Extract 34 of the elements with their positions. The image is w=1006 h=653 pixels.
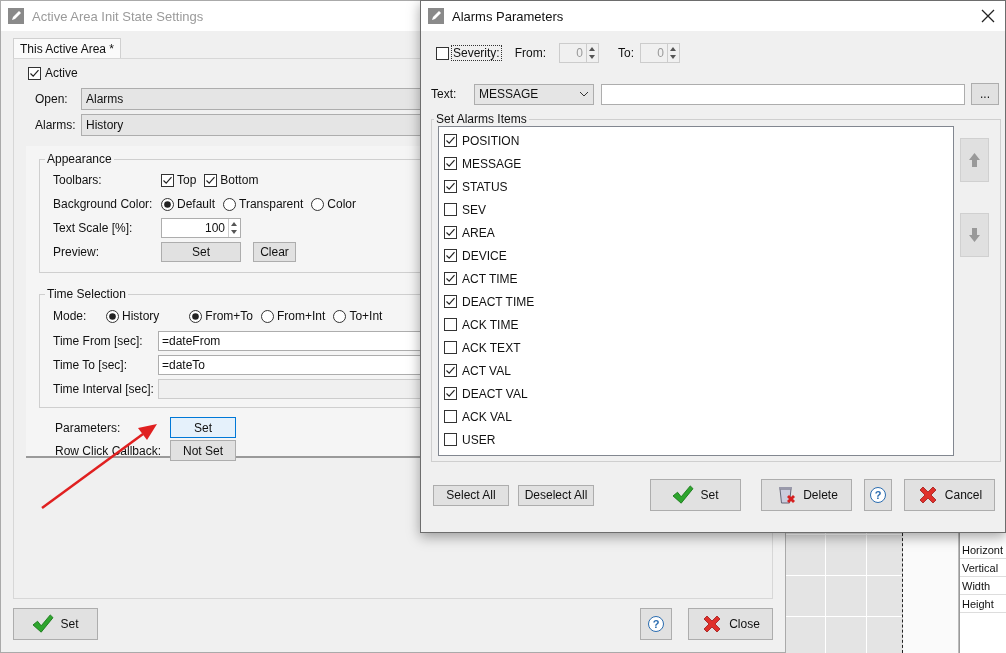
radio-label: History: [122, 309, 160, 323]
radio-label: From+Int: [277, 309, 326, 323]
field-label: Parameters:: [55, 420, 122, 435]
window-title: Alarms Parameters: [452, 8, 564, 24]
field-label: Time Interval [sec]:: [53, 382, 155, 396]
checkbox-label: Top: [177, 173, 197, 187]
field-label: To:: [618, 46, 635, 60]
field-label: Background Color:: [53, 197, 154, 211]
group-title: Set Alarms Items: [435, 112, 528, 126]
group-title: Appearance: [46, 152, 113, 166]
field-label: Text:: [431, 87, 458, 101]
checkbox-label: Active: [45, 66, 78, 80]
property-name: Height: [960, 595, 1006, 613]
radio-label: To+Int: [349, 309, 383, 323]
checkbox-label: Bottom: [220, 173, 259, 187]
radio-label: Default: [177, 197, 216, 211]
property-name: Width: [960, 577, 1006, 595]
field-label: Mode:: [53, 309, 88, 323]
field-label: Toolbars:: [53, 173, 103, 187]
field-label: Alarms:: [35, 118, 77, 132]
radio-label: From+To: [205, 309, 254, 323]
radio-label: Color: [327, 197, 356, 211]
radio-label: Transparent: [239, 197, 304, 211]
group-title: Time Selection: [46, 287, 127, 301]
field-label: Preview:: [53, 245, 100, 259]
field-label: Open:: [35, 92, 69, 106]
field-label: Time From [sec]:: [53, 334, 144, 348]
property-name: Horizont: [960, 541, 1006, 559]
checkbox-label: Severity:: [452, 46, 501, 60]
field-label: From:: [514, 46, 547, 60]
field-label: Text Scale [%]:: [53, 221, 134, 235]
window-title: Active Area Init State Settings: [32, 8, 204, 24]
property-name: Vertical: [960, 559, 1006, 577]
field-label: Time To [sec]:: [53, 358, 129, 372]
